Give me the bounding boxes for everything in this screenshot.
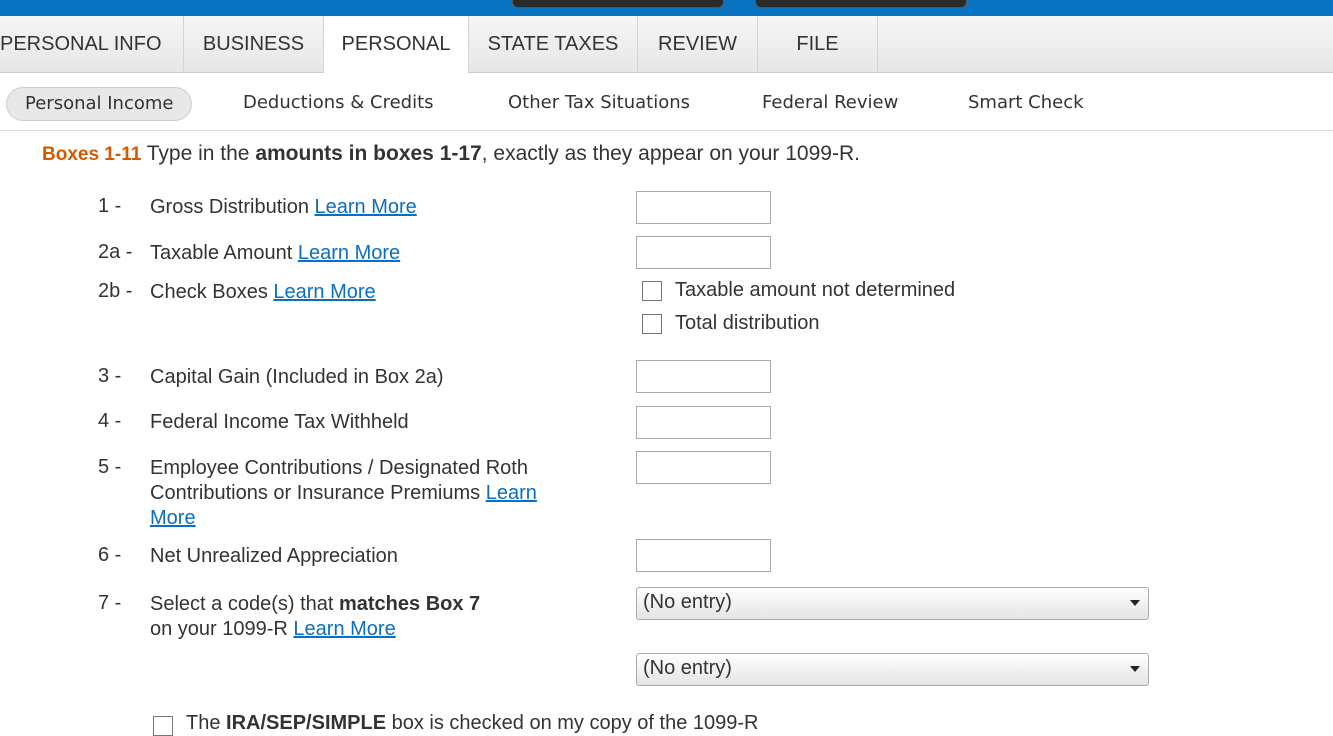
subnav-other-tax-situations[interactable]: Other Tax Situations xyxy=(508,87,690,121)
employee-contributions-input[interactable] xyxy=(636,451,771,484)
label-text: Employee Contributions / Designated Roth… xyxy=(150,457,528,504)
label-text: Gross Distribution xyxy=(150,196,315,218)
box-label: Federal Income Tax Withheld xyxy=(150,411,409,433)
checkbox-label: Taxable amount not determined xyxy=(675,279,956,301)
tab-file[interactable]: FILE xyxy=(758,16,878,73)
learn-more-link[interactable]: Learn xyxy=(486,482,537,504)
total-distribution-checkbox[interactable] xyxy=(642,314,662,334)
box-label: Taxable Amount Learn More xyxy=(150,241,580,266)
taxable-not-determined-checkbox[interactable] xyxy=(642,281,662,301)
federal-tax-withheld-input[interactable] xyxy=(636,406,771,439)
box-number: 4 - xyxy=(98,410,122,432)
top-button-2[interactable] xyxy=(755,0,967,8)
top-bar xyxy=(0,0,1333,16)
checkbox-label: Total distribution xyxy=(675,312,820,334)
heading-bold: amounts in boxes 1-17 xyxy=(255,142,482,165)
box-label: Check Boxes Learn More xyxy=(150,280,580,305)
box-label: Gross Distribution Learn More xyxy=(150,195,580,220)
net-unrealized-appreciation-input[interactable] xyxy=(636,539,771,572)
learn-more-link[interactable]: Learn More xyxy=(315,196,417,218)
tab-review[interactable]: REVIEW xyxy=(638,16,758,73)
box7-code-select-1[interactable]: (No entry) xyxy=(636,587,1149,620)
select-value: (No entry) xyxy=(643,657,732,679)
capital-gain-input[interactable] xyxy=(636,360,771,393)
subnav-smart-check[interactable]: Smart Check xyxy=(968,87,1084,121)
box7-code-select-2[interactable]: (No entry) xyxy=(636,653,1149,686)
tab-state-taxes[interactable]: STATE TAXES xyxy=(469,16,638,73)
box-label: Net Unrealized Appreciation xyxy=(150,545,398,567)
box-number: 7 - xyxy=(98,592,122,614)
label-text: Check Boxes xyxy=(150,281,274,303)
learn-more-link[interactable]: Learn More xyxy=(298,242,400,264)
box-number: 1 - xyxy=(98,195,122,217)
learn-more-link[interactable]: Learn More xyxy=(293,618,395,640)
gross-distribution-input[interactable] xyxy=(636,191,771,224)
box-number: 2b - xyxy=(98,280,133,302)
learn-more-link[interactable]: Learn More xyxy=(273,281,375,303)
page-heading: Boxes 1-11 Type in the amounts in boxes … xyxy=(42,142,860,166)
tab-personal[interactable]: PERSONAL xyxy=(324,16,469,74)
subnav-deductions-credits[interactable]: Deductions & Credits xyxy=(243,87,434,121)
heading-prefix: Boxes 1-11 xyxy=(42,144,142,165)
taxable-amount-input[interactable] xyxy=(636,236,771,269)
learn-more-link[interactable]: More xyxy=(150,507,196,529)
box-number: 6 - xyxy=(98,544,122,566)
box-number: 2a - xyxy=(98,241,133,263)
main-tabs: PERSONAL INFO BUSINESS PERSONAL STATE TA… xyxy=(0,16,1333,74)
ira-sep-simple-checkbox[interactable] xyxy=(153,716,173,736)
label-text: Taxable Amount xyxy=(150,242,298,264)
tab-personal-info[interactable]: PERSONAL INFO xyxy=(0,16,184,73)
dropdown-arrow-icon xyxy=(1130,600,1140,606)
subnav-federal-review[interactable]: Federal Review xyxy=(762,87,898,121)
box-number: 3 - xyxy=(98,365,122,387)
ira-text-end: box is checked on my copy of the 1099-R xyxy=(386,712,759,734)
label-bold: matches Box 7 xyxy=(338,593,481,615)
heading-text-end: , exactly as they appear on your 1099-R. xyxy=(481,142,860,165)
box-label: Capital Gain (Included in Box 2a) xyxy=(150,366,444,388)
ira-bold: IRA/SEP/SIMPLE xyxy=(226,712,387,734)
heading-text: Type in the xyxy=(141,142,256,165)
top-button-1[interactable] xyxy=(512,0,724,8)
ira-text: The xyxy=(186,712,227,734)
box-number: 5 - xyxy=(98,456,122,478)
box-label: Select a code(s) that matches Box 7 on yo… xyxy=(150,592,580,642)
label-text: on your 1099-R xyxy=(150,618,294,640)
label-text: Select a code(s) that xyxy=(150,593,339,615)
box-label: Employee Contributions / Designated Roth… xyxy=(150,456,570,531)
tab-business[interactable]: BUSINESS xyxy=(184,16,324,73)
dropdown-arrow-icon xyxy=(1130,666,1140,672)
select-value: (No entry) xyxy=(643,591,732,613)
sub-nav: Personal Income Deductions & Credits Oth… xyxy=(0,73,1333,131)
subnav-personal-income[interactable]: Personal Income xyxy=(6,87,193,121)
